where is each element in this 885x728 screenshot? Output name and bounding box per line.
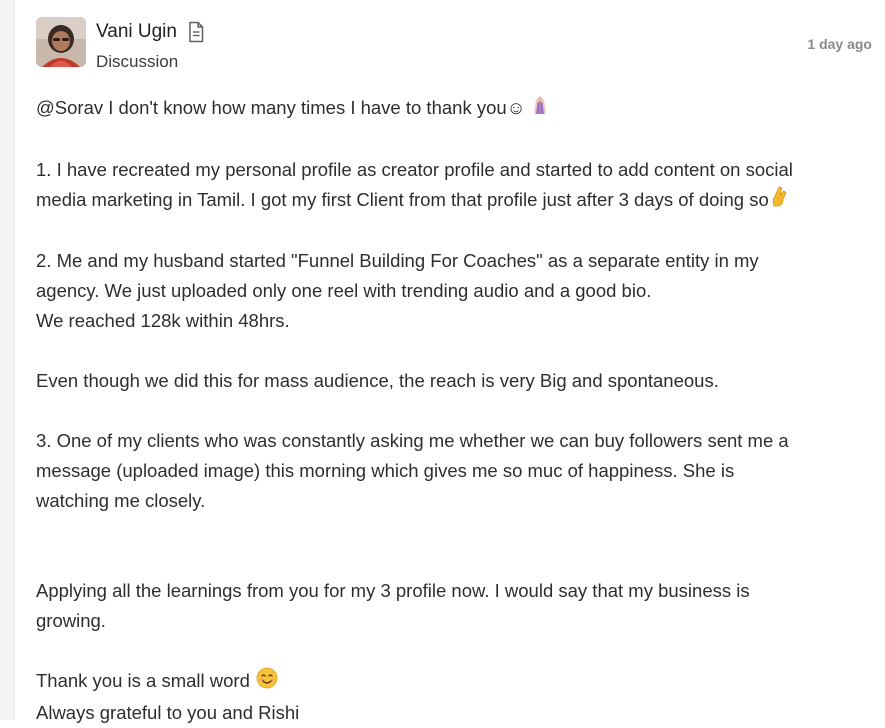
body-line: 1. I have recreated my personal profile …: [36, 155, 876, 185]
body-line: 3. One of my clients who was constantly …: [36, 426, 876, 456]
body-line: Thank you is a small word: [36, 666, 876, 698]
folded-hands-emoji: [530, 94, 550, 125]
body-line: media marketing in Tamil. I got my first…: [36, 185, 876, 217]
body-line-text: media marketing in Tamil. I got my first…: [36, 188, 769, 210]
body-line-text: message (uploaded image) this morning wh…: [36, 460, 735, 482]
body-line-text: Even though we did this for mass audienc…: [36, 370, 719, 392]
body-line: agency. We just uploaded only one reel w…: [36, 276, 876, 306]
body-line: 2. Me and my husband started "Funnel Bui…: [36, 246, 876, 276]
left-sidebar-edge: [0, 0, 15, 720]
body-line-text: agency. We just uploaded only one reel w…: [36, 280, 652, 302]
body-line: @Sorav I don't know how many times I hav…: [36, 93, 876, 125]
avatar[interactable]: [36, 17, 86, 67]
post-body: @Sorav I don't know how many times I hav…: [36, 93, 876, 728]
body-line-text: 1. I have recreated my personal profile …: [36, 158, 793, 180]
document-icon[interactable]: [187, 21, 205, 43]
body-line-text: 2. Me and my husband started "Funnel Bui…: [36, 250, 759, 272]
body-line: Applying all the learnings from you for …: [36, 576, 876, 606]
author-name[interactable]: Vani Ugin: [96, 21, 177, 43]
crossed-fingers-emoji: [770, 185, 788, 216]
post-header: Vani Ugin Discussion 1 day ago: [36, 16, 876, 76]
body-line-text: Applying all the learnings from you for …: [36, 580, 750, 602]
body-line-text: @Sorav I don't know how many times I hav…: [36, 97, 526, 118]
body-line: growing.: [36, 606, 876, 636]
body-line: Always grateful to you and Rishi: [36, 698, 876, 728]
body-line-text: Thank you is a small word: [36, 670, 250, 692]
body-line-text: growing.: [36, 610, 106, 632]
body-line: Even though we did this for mass audienc…: [36, 366, 876, 396]
body-line-text: 3. One of my clients who was constantly …: [36, 430, 789, 452]
post-category[interactable]: Discussion: [96, 52, 178, 72]
body-line-text: We reached 128k within 48hrs.: [36, 310, 290, 332]
body-line: We reached 128k within 48hrs.: [36, 306, 876, 336]
smiling-face-emoji: [256, 667, 278, 698]
post-timestamp: 1 day ago: [807, 36, 872, 52]
body-line: message (uploaded image) this morning wh…: [36, 456, 876, 486]
discussion-post: Vani Ugin Discussion 1 day ago @Sorav I …: [36, 16, 876, 728]
body-line-text: watching me closely.: [36, 490, 206, 512]
user-avatar-photo: [36, 17, 86, 67]
author-row: Vani Ugin: [96, 21, 205, 43]
body-line: watching me closely.: [36, 486, 876, 516]
